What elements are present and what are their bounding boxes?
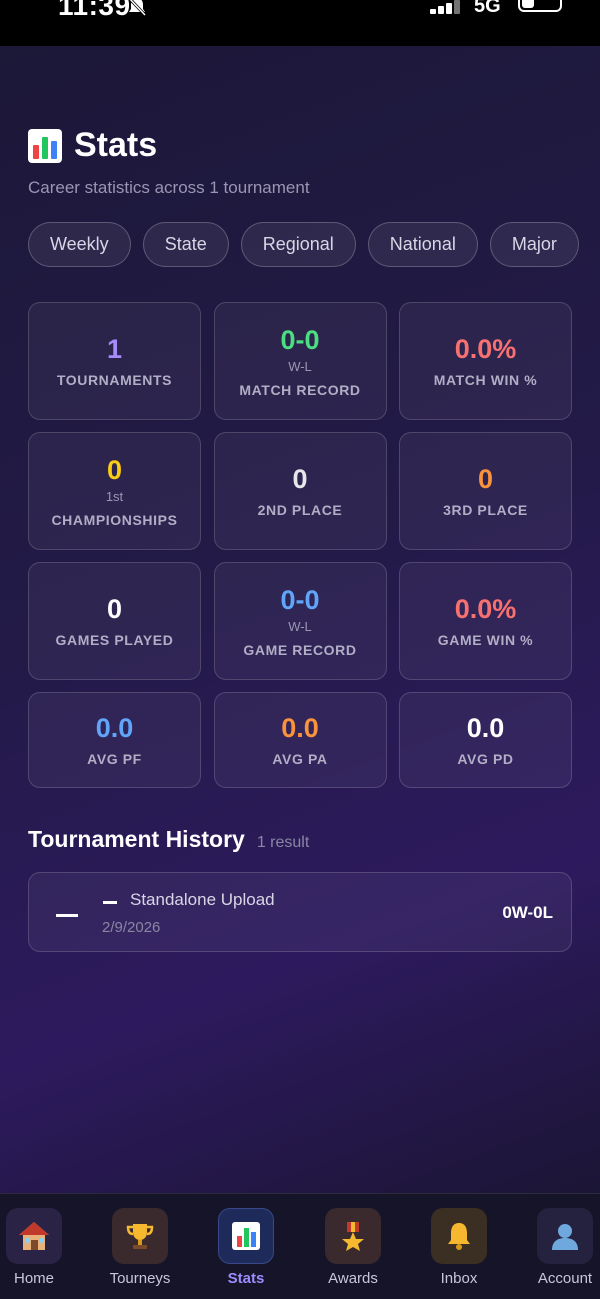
- stat-value: 0: [106, 454, 123, 485]
- stat-value: 0: [292, 464, 308, 494]
- stat-card-games-played: 0 GAMES PLAYED: [28, 562, 201, 680]
- network-label: 5G: [474, 0, 501, 17]
- stat-label: MATCH WIN %: [433, 372, 538, 388]
- stat-value: 0.0: [466, 713, 505, 743]
- stat-label: AVG PF: [87, 751, 142, 767]
- stat-value: 0.0%: [454, 594, 517, 624]
- bell-icon: [431, 1208, 487, 1264]
- page-header: Stats: [28, 126, 157, 165]
- stat-card-match-record: 0-0 W-L MATCH RECORD: [213, 302, 387, 420]
- medal-icon: [325, 1208, 381, 1264]
- tab-label: Awards: [328, 1270, 378, 1287]
- stats-grid: 1 TOURNAMENTS 0-0 W-L MATCH RECORD 0.0% …: [28, 302, 572, 788]
- bar-chart-icon: [28, 128, 62, 163]
- stat-label: GAME RECORD: [243, 641, 357, 658]
- tab-home[interactable]: Home: [0, 1208, 74, 1287]
- stat-card-avg-pd: 0.0 AVG PD: [399, 692, 572, 788]
- stat-card-game-record: 0-0 W-L GAME RECORD: [213, 562, 387, 680]
- stat-value: 0.0%: [454, 334, 517, 364]
- stat-label: AVG PD: [457, 751, 514, 767]
- tab-label: Stats: [227, 1270, 265, 1287]
- tournament-record: 0W-0L: [502, 903, 553, 922]
- stat-card-game-win-pct: 0.0% GAME WIN %: [399, 562, 572, 680]
- bar-chart-icon: [218, 1208, 274, 1264]
- status-time: 11:39: [58, 0, 131, 21]
- stat-label: CHAMPIONSHIPS: [51, 511, 178, 528]
- filter-chips: Weekly State Regional National Major: [28, 222, 600, 268]
- tab-account[interactable]: Account: [525, 1208, 600, 1287]
- stat-value: 0.0: [95, 713, 134, 743]
- tab-awards[interactable]: Awards: [313, 1208, 393, 1287]
- house-icon: [6, 1208, 62, 1264]
- stat-label: 2ND PLACE: [257, 502, 343, 518]
- stat-card-match-win-pct: 0.0% MATCH WIN %: [399, 302, 572, 420]
- stat-card-3rd-place: 0 3RD PLACE: [399, 432, 572, 550]
- result-count: 1 result: [256, 834, 310, 851]
- tier-dash-icon: [103, 901, 117, 904]
- stat-label: MATCH RECORD: [239, 381, 361, 398]
- bell-slash-icon: [126, 0, 148, 24]
- placement-dash-icon: [56, 914, 78, 917]
- stat-sublabel: W-L: [288, 618, 312, 634]
- bottom-tab-bar: Home Tourneys Stats Awards Inbox Account: [0, 1193, 600, 1299]
- filter-chip-weekly[interactable]: Weekly: [28, 222, 131, 267]
- tournament-date: 2/9/2026: [102, 919, 161, 936]
- status-bar: 11:39 5G: [0, 0, 600, 46]
- page-title: Stats: [74, 126, 158, 164]
- stat-label: 3RD PLACE: [443, 502, 528, 518]
- tab-stats[interactable]: Stats: [206, 1208, 286, 1287]
- stat-value: 0: [477, 464, 494, 494]
- battery-icon: [518, 0, 562, 12]
- stat-card-avg-pf: 0.0 AVG PF: [28, 692, 201, 788]
- stat-card-avg-pa: 0.0 AVG PA: [213, 692, 387, 788]
- stat-value: 0.0: [281, 713, 319, 743]
- stat-card-championships: 0 1st CHAMPIONSHIPS: [28, 432, 201, 550]
- stat-value: 0: [106, 594, 123, 624]
- tournament-name: Standalone Upload: [130, 890, 275, 909]
- stat-label: GAMES PLAYED: [55, 632, 174, 648]
- filter-chip-major[interactable]: Major: [489, 222, 579, 267]
- filter-chip-regional[interactable]: Regional: [240, 222, 356, 267]
- stat-label: GAME WIN %: [437, 632, 534, 648]
- stat-label: AVG PA: [272, 751, 328, 767]
- stat-sublabel: W-L: [288, 358, 312, 374]
- user-icon: [537, 1208, 593, 1264]
- tournament-history-row[interactable]: Standalone Upload 2/9/2026 0W-0L: [28, 872, 572, 952]
- stat-card-tournaments: 1 TOURNAMENTS: [28, 302, 201, 420]
- page-subtitle: Career statistics across 1 tournament: [28, 178, 310, 197]
- tab-label: Home: [13, 1270, 54, 1287]
- stat-card-2nd-place: 0 2ND PLACE: [213, 432, 387, 550]
- tab-inbox[interactable]: Inbox: [419, 1208, 499, 1287]
- tab-label: Inbox: [440, 1270, 478, 1287]
- filter-chip-state[interactable]: State: [142, 222, 229, 267]
- stat-label: TOURNAMENTS: [56, 372, 173, 388]
- stat-value: 0-0: [280, 324, 320, 355]
- tab-label: Account: [537, 1270, 593, 1287]
- signal-icon: [430, 0, 464, 14]
- stats-screen: Stats Career statistics across 1 tournam…: [0, 46, 600, 1193]
- tab-tourneys[interactable]: Tourneys: [100, 1208, 180, 1287]
- trophy-icon: [112, 1208, 168, 1264]
- tournament-history-header: Tournament History 1 result: [28, 826, 309, 853]
- stat-sublabel: 1st: [105, 488, 124, 504]
- section-title: Tournament History: [28, 826, 245, 852]
- filter-chip-national[interactable]: National: [367, 222, 478, 267]
- stat-value: 1: [106, 334, 123, 364]
- stat-value: 0-0: [280, 584, 320, 615]
- tab-label: Tourneys: [109, 1270, 171, 1287]
